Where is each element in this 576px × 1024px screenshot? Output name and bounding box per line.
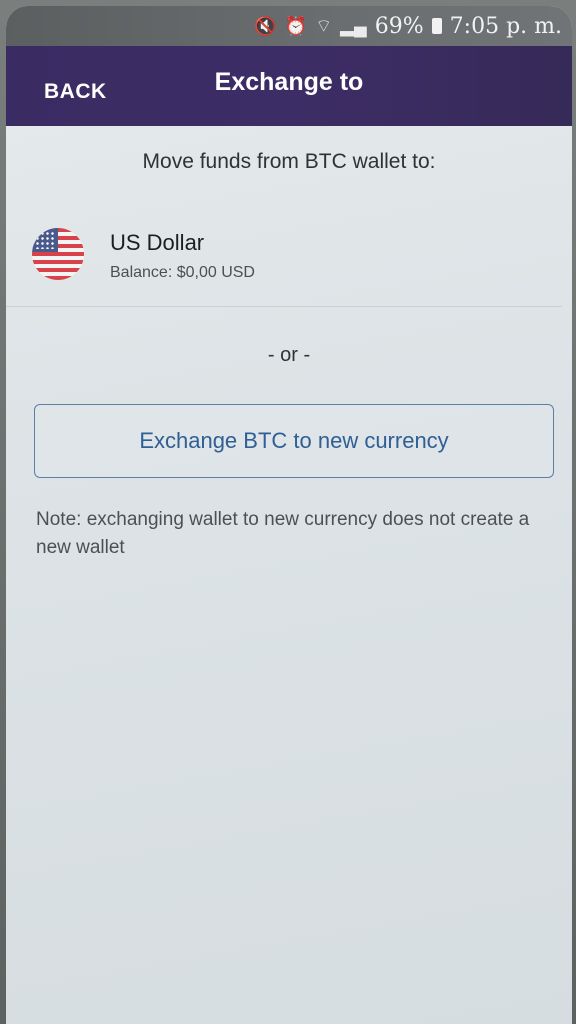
screen: 🔇 ⏰ ⌔ ▂▄ 69% 7:05 p. m. BACK Exchange to…	[6, 6, 572, 1024]
move-funds-prompt: Move funds from BTC wallet to:	[142, 150, 436, 173]
phone-frame: 🔇 ⏰ ⌔ ▂▄ 69% 7:05 p. m. BACK Exchange to…	[0, 0, 576, 1024]
status-bar: 🔇 ⏰ ⌔ ▂▄ 69% 7:05 p. m.	[6, 6, 572, 46]
wifi-icon: ⌔	[315, 15, 333, 36]
app-header: BACK Exchange to	[6, 46, 572, 126]
currency-balance: Balance: $0,00 USD	[110, 264, 255, 281]
mute-icon: 🔇	[254, 15, 277, 36]
status-time: 7:05 p. m.	[449, 13, 562, 39]
page-title: Exchange to	[214, 68, 364, 96]
main-content: Move funds from BTC wallet to: US Dollar…	[6, 126, 572, 1024]
battery-icon	[431, 18, 442, 34]
flag-canton	[32, 228, 58, 252]
exchange-new-currency-button[interactable]: Exchange BTC to new currency	[34, 404, 554, 478]
currency-name: US Dollar	[110, 230, 205, 255]
us-flag-icon	[32, 228, 84, 280]
battery-percent: 69%	[374, 13, 424, 39]
or-separator: - or -	[267, 344, 311, 366]
signal-icon: ▂▄	[340, 15, 367, 36]
alarm-icon: ⏰	[284, 15, 308, 36]
exchange-note: Note: exchanging wallet to new currency …	[36, 509, 530, 558]
currency-item-us-dollar[interactable]: US Dollar Balance: $0,00 USD	[6, 206, 562, 307]
